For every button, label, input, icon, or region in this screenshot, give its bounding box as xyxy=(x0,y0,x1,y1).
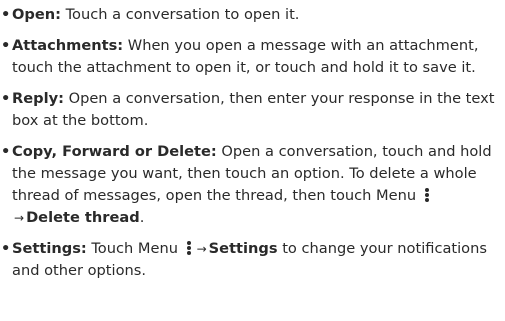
instructions-list: • Open: Touch a conversation to open it.… xyxy=(0,0,505,282)
item-suffix: . xyxy=(139,209,145,226)
bullet: • xyxy=(1,37,11,54)
item-term: Reply: xyxy=(12,90,64,107)
list-item-reply: • Reply: Open a conversation, then enter… xyxy=(0,88,505,132)
item-term: Attachments: xyxy=(12,37,124,54)
list-item-attachments: • Attachments: When you open a message w… xyxy=(0,35,505,79)
item-text: Touch a conversation to open it. xyxy=(60,6,300,23)
item-term: Open: xyxy=(12,6,61,23)
item-term: Copy, Forward or Delete: xyxy=(12,143,217,160)
bullet: • xyxy=(1,143,11,160)
vertical-dots-menu-icon xyxy=(423,187,431,203)
list-item-open: • Open: Touch a conversation to open it. xyxy=(0,4,505,26)
bullet: • xyxy=(1,6,11,23)
item-text: Touch Menu xyxy=(86,240,183,257)
list-item-settings: • Settings: Touch Menu → Settings to chan… xyxy=(0,238,505,282)
item-term: Settings: xyxy=(12,240,87,257)
bullet: • xyxy=(1,90,11,107)
arrow-right-icon: → xyxy=(196,242,207,256)
vertical-dots-menu-icon xyxy=(185,240,193,256)
menu-option-settings: Settings xyxy=(208,240,278,257)
arrow-right-icon: → xyxy=(14,211,25,225)
item-text: Open a conversation, then enter your res… xyxy=(12,90,495,129)
list-item-copy-forward-delete: • Copy, Forward or Delete: Open a conver… xyxy=(0,141,505,229)
bullet: • xyxy=(1,240,11,257)
menu-option-delete-thread: Delete thread xyxy=(26,209,140,226)
